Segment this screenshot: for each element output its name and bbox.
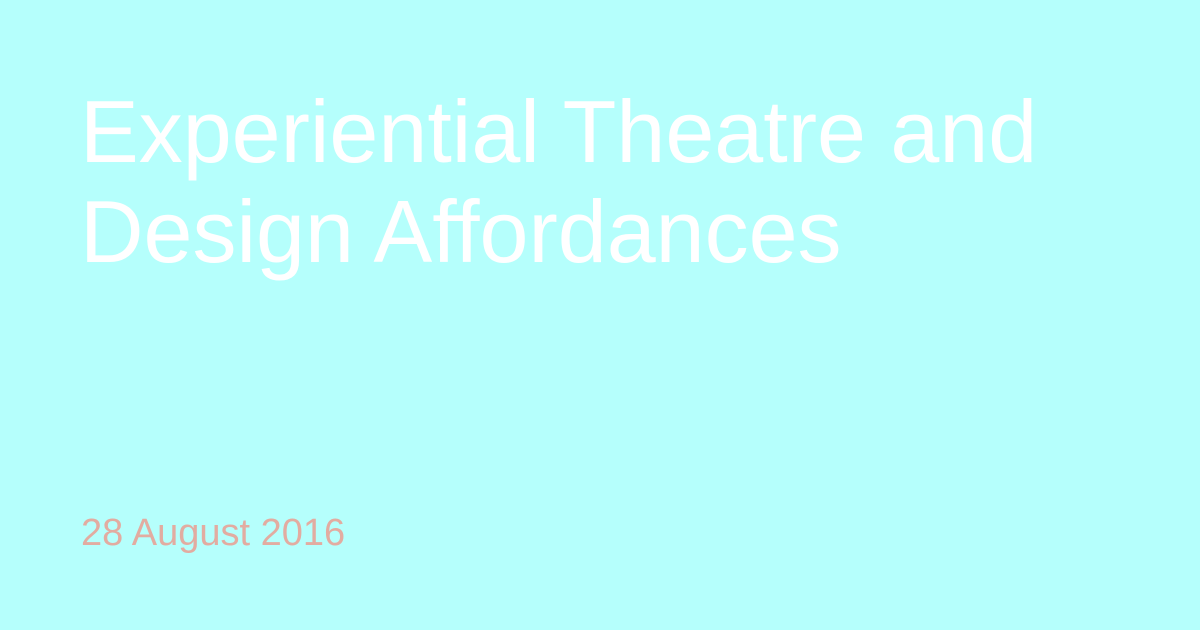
post-title-line-2: Design Affordances [80, 182, 842, 281]
post-date: 28 August 2016 [81, 512, 346, 554]
share-card: Experiential Theatre and Design Affordan… [0, 0, 1200, 630]
post-title-line-1: Experiential Theatre and [80, 82, 1038, 181]
post-title: Experiential Theatre and Design Affordan… [80, 82, 1140, 282]
